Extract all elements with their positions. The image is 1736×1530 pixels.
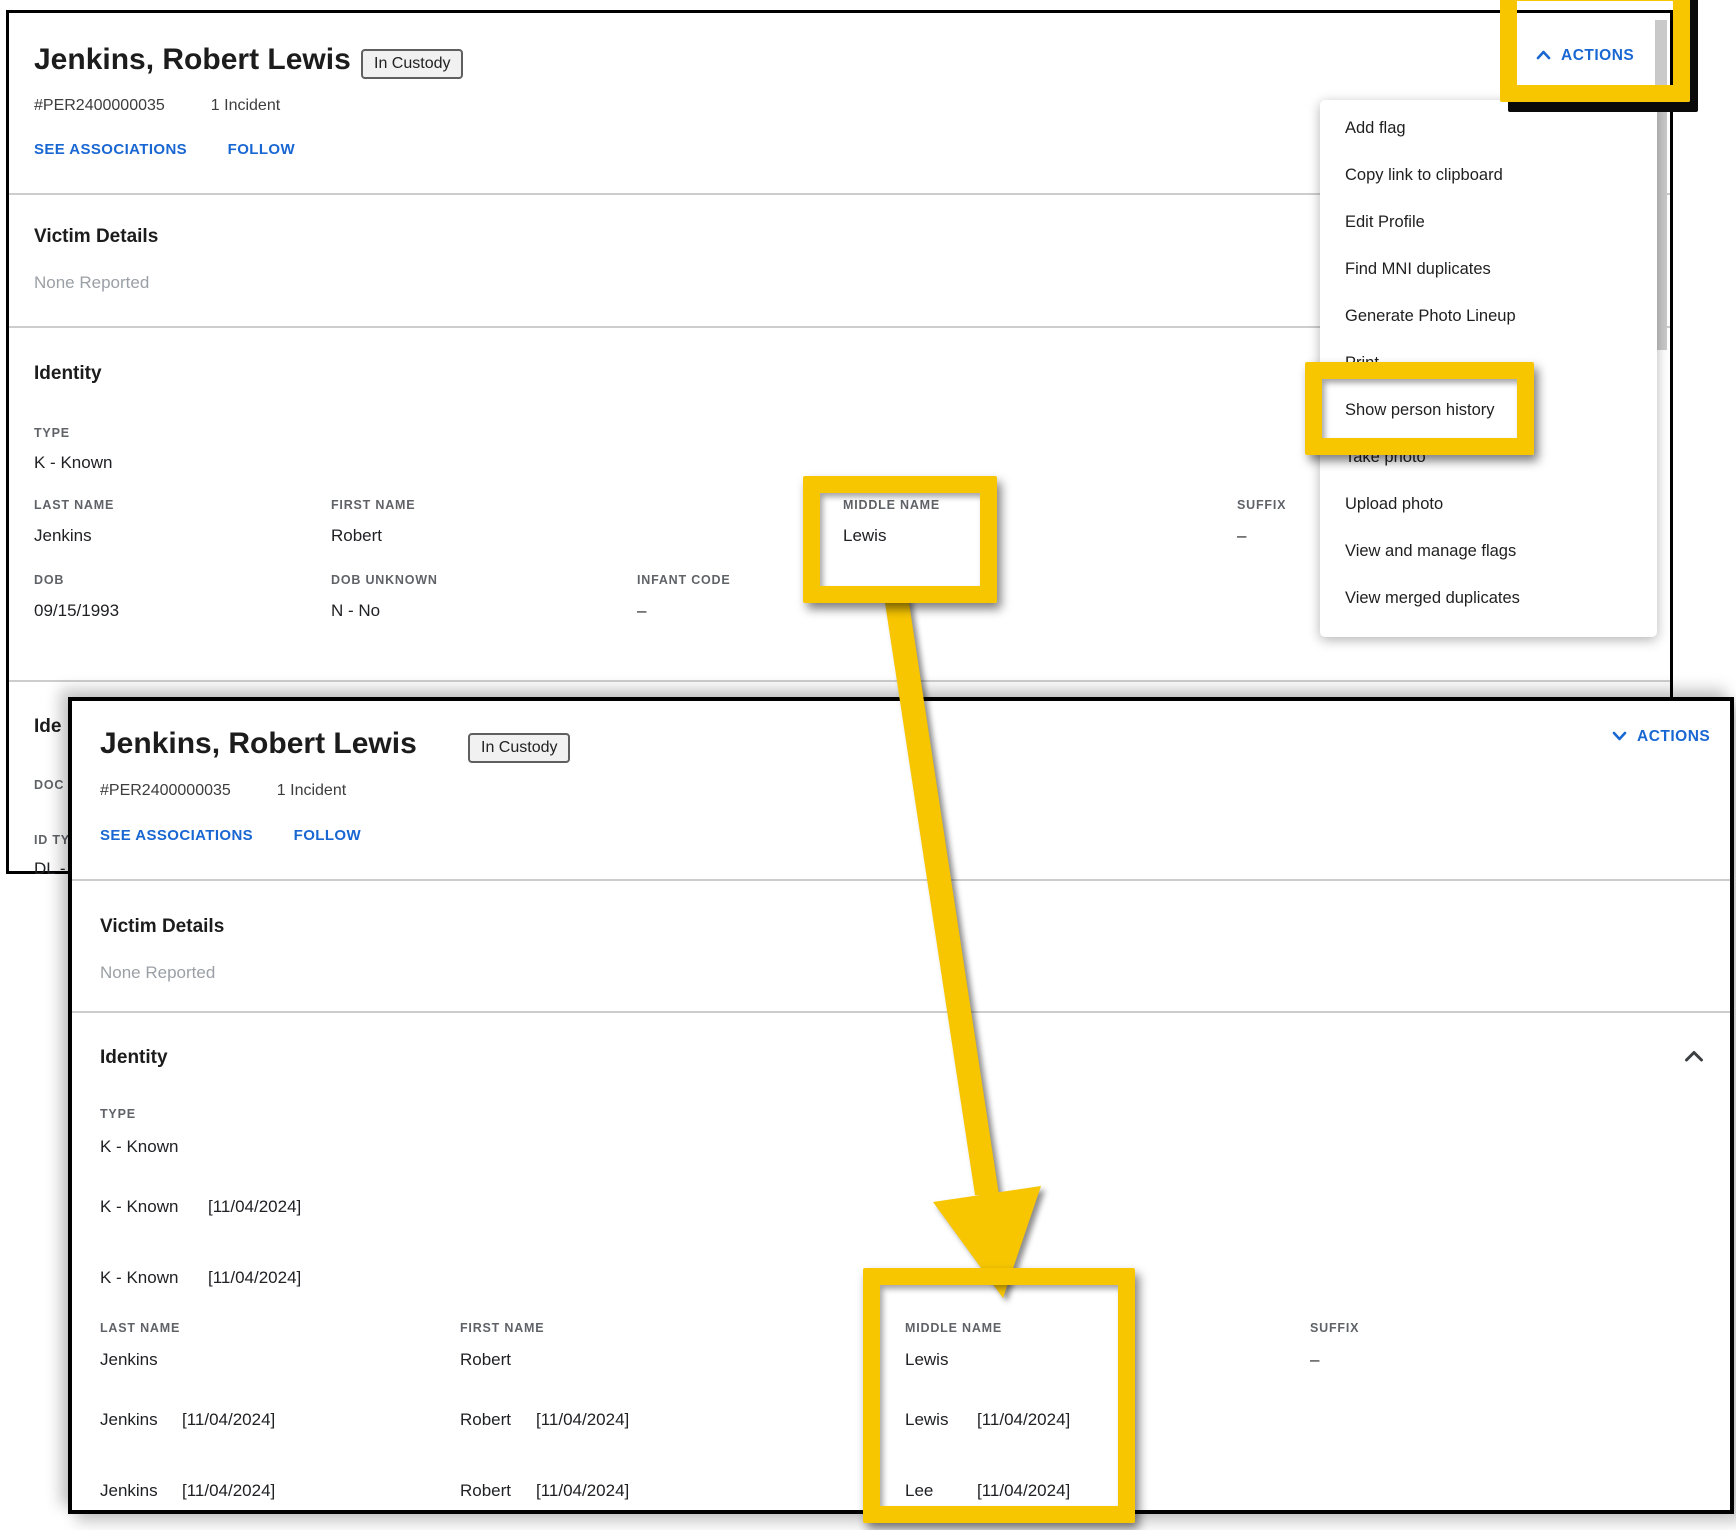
history-date: [11/04/2024] xyxy=(182,1481,275,1501)
type-history-row: K - Known [11/04/2024] xyxy=(100,1268,301,1288)
header-links: SEE ASSOCIATIONS FOLLOW xyxy=(34,141,295,158)
suffix-value: – xyxy=(1237,526,1246,546)
first-name-value: Robert xyxy=(331,526,382,546)
follow-link[interactable]: FOLLOW xyxy=(294,827,361,844)
first-name-history-row: Robert [11/04/2024] xyxy=(460,1410,629,1430)
dob-unknown-label: DOB UNKNOWN xyxy=(331,573,438,587)
id-type-value-clipped: DL - xyxy=(34,859,66,879)
victim-details-empty: None Reported xyxy=(34,273,149,293)
id-type-label-clipped: ID TY xyxy=(34,833,70,847)
first-name-value: Robert xyxy=(460,1350,511,1370)
menu-item-upload-photo[interactable]: Upload photo xyxy=(1320,481,1657,528)
actions-button-label: ACTIONS xyxy=(1637,728,1710,746)
see-associations-link[interactable]: SEE ASSOCIATIONS xyxy=(100,827,253,844)
see-associations-link[interactable]: SEE ASSOCIATIONS xyxy=(34,141,187,158)
infant-code-label: INFANT CODE xyxy=(637,573,731,587)
identification-heading-clipped: Ide xyxy=(34,716,61,738)
divider xyxy=(72,1011,1730,1013)
incident-count: 1 Incident xyxy=(277,782,346,799)
type-history-row: K - Known [11/04/2024] xyxy=(100,1197,301,1217)
page-title: Jenkins, Robert Lewis xyxy=(100,727,417,761)
annotation-box-actions xyxy=(1500,0,1690,102)
in-custody-badge: In Custody xyxy=(468,733,570,763)
menu-item-add-flag[interactable]: Add flag xyxy=(1320,105,1657,152)
last-name-value: Jenkins xyxy=(34,526,92,546)
last-name-label: LAST NAME xyxy=(100,1321,180,1335)
incident-count: 1 Incident xyxy=(211,97,280,114)
follow-link[interactable]: FOLLOW xyxy=(228,141,295,158)
first-name-history-row: Robert [11/04/2024] xyxy=(460,1481,629,1501)
menu-item-generate-photo-lineup[interactable]: Generate Photo Lineup xyxy=(1320,293,1657,340)
history-date: [11/04/2024] xyxy=(536,1410,629,1430)
identity-heading: Identity xyxy=(34,363,102,385)
record-id: #PER2400000035 xyxy=(34,97,165,114)
history-date: [11/04/2024] xyxy=(536,1481,629,1501)
collapse-section-chevron-up-icon[interactable] xyxy=(1684,1049,1704,1067)
in-custody-badge: In Custody xyxy=(361,49,463,79)
page-title: Jenkins, Robert Lewis xyxy=(34,43,351,77)
type-value: K - Known xyxy=(34,453,112,473)
dob-label: DOB xyxy=(34,573,64,587)
menu-item-find-mni-duplicates[interactable]: Find MNI duplicates xyxy=(1320,246,1657,293)
menu-item-view-manage-flags[interactable]: View and manage flags xyxy=(1320,528,1657,575)
history-date: [11/04/2024] xyxy=(182,1410,275,1430)
annotation-box-show-person-history xyxy=(1305,362,1534,455)
menu-item-view-merged-duplicates[interactable]: View merged duplicates xyxy=(1320,575,1657,622)
history-date: [11/04/2024] xyxy=(208,1197,301,1217)
annotation-box-middle-name-bottom xyxy=(863,1268,1135,1523)
suffix-value: – xyxy=(1310,1350,1319,1370)
victim-details-empty: None Reported xyxy=(100,963,215,983)
suffix-label: SUFFIX xyxy=(1310,1321,1359,1335)
type-value: K - Known xyxy=(100,1137,178,1157)
identity-heading: Identity xyxy=(100,1047,168,1069)
actions-button[interactable]: ACTIONS xyxy=(1612,728,1710,746)
type-label: TYPE xyxy=(100,1107,136,1121)
document-label-clipped: DOC xyxy=(34,778,64,792)
type-label: TYPE xyxy=(34,426,70,440)
record-meta: #PER2400000035 1 Incident xyxy=(34,97,280,115)
menu-item-edit-profile[interactable]: Edit Profile xyxy=(1320,199,1657,246)
annotation-box-middle-name-top xyxy=(803,476,997,603)
record-meta: #PER2400000035 1 Incident xyxy=(100,782,346,800)
dob-unknown-value: N - No xyxy=(331,601,380,621)
divider xyxy=(9,680,1670,682)
header-links: SEE ASSOCIATIONS FOLLOW xyxy=(100,827,361,844)
last-name-label: LAST NAME xyxy=(34,498,114,512)
last-name-history-row: Jenkins [11/04/2024] xyxy=(100,1410,275,1430)
infant-code-value: – xyxy=(637,601,646,621)
chevron-down-icon xyxy=(1612,728,1627,746)
first-name-label: FIRST NAME xyxy=(460,1321,544,1335)
last-name-value: Jenkins xyxy=(100,1350,158,1370)
first-name-label: FIRST NAME xyxy=(331,498,415,512)
history-date: [11/04/2024] xyxy=(208,1268,301,1288)
dob-value: 09/15/1993 xyxy=(34,601,119,621)
menu-item-copy-link[interactable]: Copy link to clipboard xyxy=(1320,152,1657,199)
victim-details-heading: Victim Details xyxy=(100,916,224,938)
victim-details-heading: Victim Details xyxy=(34,226,158,248)
suffix-label: SUFFIX xyxy=(1237,498,1286,512)
divider xyxy=(72,879,1730,881)
record-id: #PER2400000035 xyxy=(100,782,231,799)
last-name-history-row: Jenkins [11/04/2024] xyxy=(100,1481,275,1501)
